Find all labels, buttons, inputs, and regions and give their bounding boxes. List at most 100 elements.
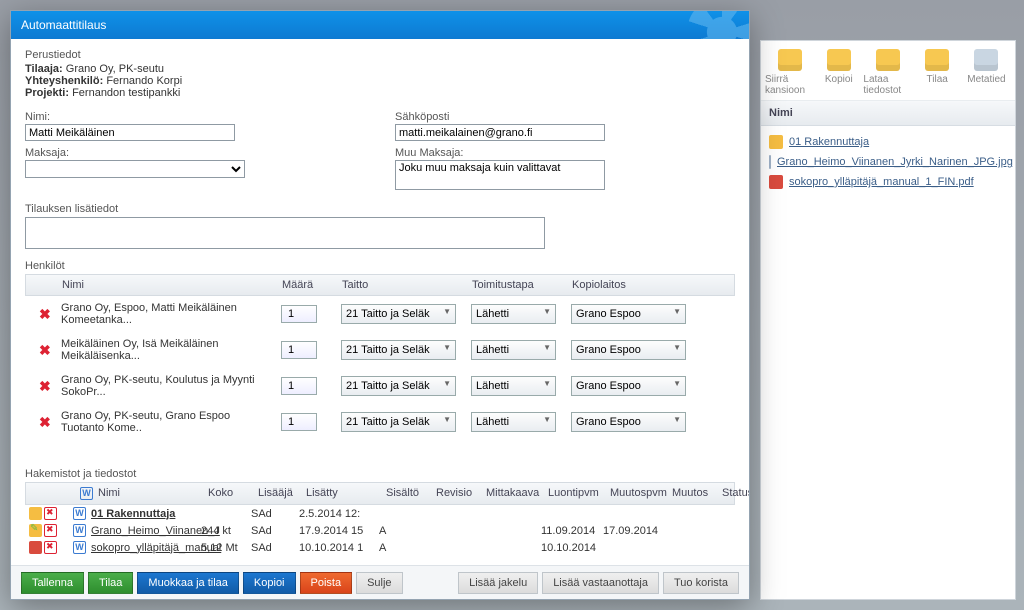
add-recipient-button[interactable]: Lisää vastaanottaja — [542, 572, 659, 594]
pdf-icon — [29, 541, 42, 554]
file-adder: SAd — [251, 508, 299, 520]
payer-label: Maksaja: — [25, 147, 365, 159]
delete-icon[interactable] — [44, 541, 57, 554]
bg-tb-download[interactable]: Lataa tiedostot — [863, 49, 912, 96]
folder-icon — [769, 135, 783, 149]
file-row: W 01 Rakennuttaja SAd 2.5.2014 12: — [25, 505, 735, 522]
bg-list-item[interactable]: sokopro_ylläpitäjä_manual_1_FIN.pdf — [767, 172, 1009, 192]
delete-icon[interactable]: ✖ — [31, 342, 51, 358]
order-button[interactable]: Tilaa — [88, 572, 133, 594]
person-name: Grano Oy, Espoo, Matti Meikäläinen Komee… — [55, 298, 275, 330]
qty-input[interactable] — [281, 305, 317, 323]
qty-input[interactable] — [281, 413, 317, 431]
person-name: Grano Oy, PK-seutu, Grano Espoo Tuotanto… — [55, 406, 275, 438]
bg-list-header: Nimi — [761, 101, 1015, 126]
background-panel: Siirrä kansioon Kopioi Lataa tiedostot T… — [760, 40, 1016, 600]
person-row: ✖ Grano Oy, PK-seutu, Koulutus ja Myynti… — [25, 368, 735, 404]
other-payer-label: Muu Maksaja: — [395, 147, 735, 159]
doc-icon: W — [73, 507, 86, 520]
edit-order-button[interactable]: Muokkaa ja tilaa — [137, 572, 239, 594]
image-icon — [769, 155, 771, 169]
person-row: ✖ Grano Oy, Espoo, Matti Meikäläinen Kom… — [25, 296, 735, 332]
bg-list-item[interactable]: Grano_Heimo_Viinanen_Jyrki_Narinen_JPG.j… — [767, 152, 1009, 172]
fold-select[interactable]: 21 Taitto ja Seläk — [341, 340, 456, 360]
modal-title: Automaattitilaus — [21, 18, 106, 32]
file-row: W sokopro_ylläpitäjä_manual 5,12 Mt SAd … — [25, 539, 735, 556]
section-people: Henkilöt — [25, 260, 735, 272]
qty-input[interactable] — [281, 377, 317, 395]
printshop-select[interactable]: Grano Espoo — [571, 340, 686, 360]
file-modpvm: 17.09.2014 — [603, 525, 665, 537]
people-header: Nimi Määrä Taitto Toimitustapa Kopiolait… — [25, 274, 735, 296]
bg-list-item[interactable]: 01 Rakennuttaja — [767, 132, 1009, 152]
copy-button[interactable]: Kopioi — [243, 572, 296, 594]
file-created: 10.10.2014 — [541, 542, 603, 554]
delete-icon[interactable] — [44, 524, 57, 537]
printshop-select[interactable]: Grano Espoo — [571, 304, 686, 324]
delete-icon[interactable] — [44, 507, 57, 520]
fold-select[interactable]: 21 Taitto ja Seläk — [341, 412, 456, 432]
printshop-select[interactable]: Grano Espoo — [571, 376, 686, 396]
files-header: W Nimi Koko Lisääjä Lisätty Sisältö Revi… — [25, 482, 735, 505]
person-name: Meikäläinen Oy, Isä Meikäläinen Meikäläi… — [55, 334, 275, 366]
fold-select[interactable]: 21 Taitto ja Seläk — [341, 304, 456, 324]
gear-icon — [974, 49, 998, 71]
printshop-select[interactable]: Grano Espoo — [571, 412, 686, 432]
delivery-select[interactable]: Lähetti — [471, 376, 556, 396]
delete-icon[interactable]: ✖ — [31, 414, 51, 430]
person-row: ✖ Grano Oy, PK-seutu, Grano Espoo Tuotan… — [25, 404, 735, 440]
from-basket-button[interactable]: Tuo korista — [663, 572, 739, 594]
gear-icon — [687, 11, 749, 39]
bg-toolbar: Siirrä kansioon Kopioi Lataa tiedostot T… — [761, 41, 1015, 101]
section-basic: Perustiedot — [25, 49, 735, 61]
file-size: 244 kt — [201, 525, 251, 537]
fold-select[interactable]: 21 Taitto ja Seläk — [341, 376, 456, 396]
delete-icon[interactable]: ✖ — [31, 378, 51, 394]
add-distribution-button[interactable]: Lisää jakelu — [458, 572, 538, 594]
delivery-select[interactable]: Lähetti — [471, 412, 556, 432]
box-icon — [925, 49, 949, 71]
file-link[interactable]: 01 Rakennuttaja — [91, 508, 175, 520]
file-content: A — [379, 525, 429, 537]
pdf-icon — [769, 175, 783, 189]
bg-tb-copy[interactable]: Kopioi — [814, 49, 863, 96]
folder-icon — [29, 507, 42, 520]
order-modal: Automaattitilaus Perustiedot Tilaaja: Gr… — [10, 10, 750, 600]
file-added: 17.9.2014 15 — [299, 525, 379, 537]
delete-button[interactable]: Poista — [300, 572, 353, 594]
modal-header: Automaattitilaus — [11, 11, 749, 39]
extra-info-input[interactable] — [25, 217, 545, 249]
info-contact: Yhteyshenkilö: Fernando Korpi — [25, 75, 735, 87]
name-input[interactable] — [25, 124, 235, 141]
email-input[interactable] — [395, 124, 605, 141]
section-files: Hakemistot ja tiedostot — [25, 468, 735, 480]
file-added: 10.10.2014 1 — [299, 542, 379, 554]
qty-input[interactable] — [281, 341, 317, 359]
bg-tb-move[interactable]: Siirrä kansioon — [765, 49, 814, 96]
save-button[interactable]: Tallenna — [21, 572, 84, 594]
file-created: 11.09.2014 — [541, 525, 603, 537]
info-project: Projekti: Fernandon testipankki — [25, 87, 735, 99]
file-content: A — [379, 542, 429, 554]
person-row: ✖ Meikäläinen Oy, Isä Meikäläinen Meikäl… — [25, 332, 735, 368]
delivery-select[interactable]: Lähetti — [471, 304, 556, 324]
bg-tb-order[interactable]: Tilaa — [913, 49, 962, 96]
extra-info-label: Tilauksen lisätiedot — [25, 203, 735, 215]
file-adder: SAd — [251, 542, 299, 554]
bg-tb-meta[interactable]: Metatied — [962, 49, 1011, 96]
payer-select[interactable] — [25, 160, 245, 178]
folder-icon — [778, 49, 802, 71]
name-label: Nimi: — [25, 111, 365, 123]
person-name: Grano Oy, PK-seutu, Koulutus ja Myynti S… — [55, 370, 275, 402]
delete-icon[interactable]: ✖ — [31, 306, 51, 322]
other-payer-input[interactable]: Joku muu maksaja kuin valittavat — [395, 160, 605, 190]
email-label: Sähköposti — [395, 111, 735, 123]
close-button[interactable]: Sulje — [356, 572, 402, 594]
file-adder: SAd — [251, 525, 299, 537]
file-size: 5,12 Mt — [201, 542, 251, 554]
delivery-select[interactable]: Lähetti — [471, 340, 556, 360]
doc-icon: W — [73, 524, 86, 537]
info-orderer: Tilaaja: Grano Oy, PK-seutu — [25, 63, 735, 75]
folder-icon — [827, 49, 851, 71]
edit-icon[interactable] — [29, 524, 42, 537]
